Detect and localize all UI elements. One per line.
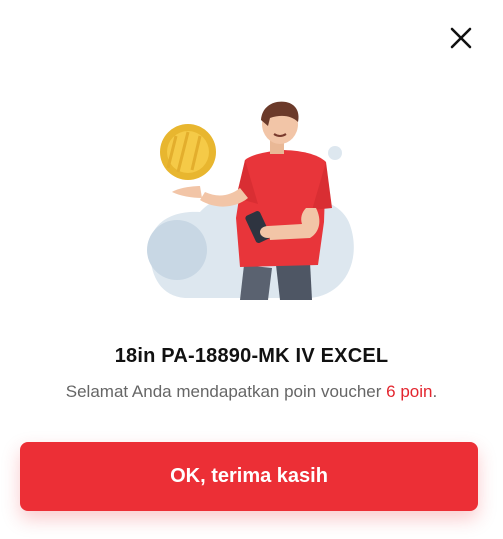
points-amount: 6 poin xyxy=(386,382,433,401)
ok-button[interactable]: OK, terima kasih xyxy=(20,442,478,511)
voucher-points-modal: 18in PA-18890-MK IV EXCEL Selamat Anda m… xyxy=(0,0,503,539)
product-title: 18in PA-18890-MK IV EXCEL xyxy=(114,345,389,367)
person-coin-illustration xyxy=(147,101,354,300)
close-icon xyxy=(450,27,472,49)
close-button[interactable] xyxy=(443,20,479,56)
voucher-message-suffix: . xyxy=(432,382,438,401)
voucher-message-text: Selamat Anda mendapatkan poin voucher xyxy=(65,382,382,401)
voucher-message: Selamat Anda mendapatkan poin voucher 6 … xyxy=(0,382,503,402)
